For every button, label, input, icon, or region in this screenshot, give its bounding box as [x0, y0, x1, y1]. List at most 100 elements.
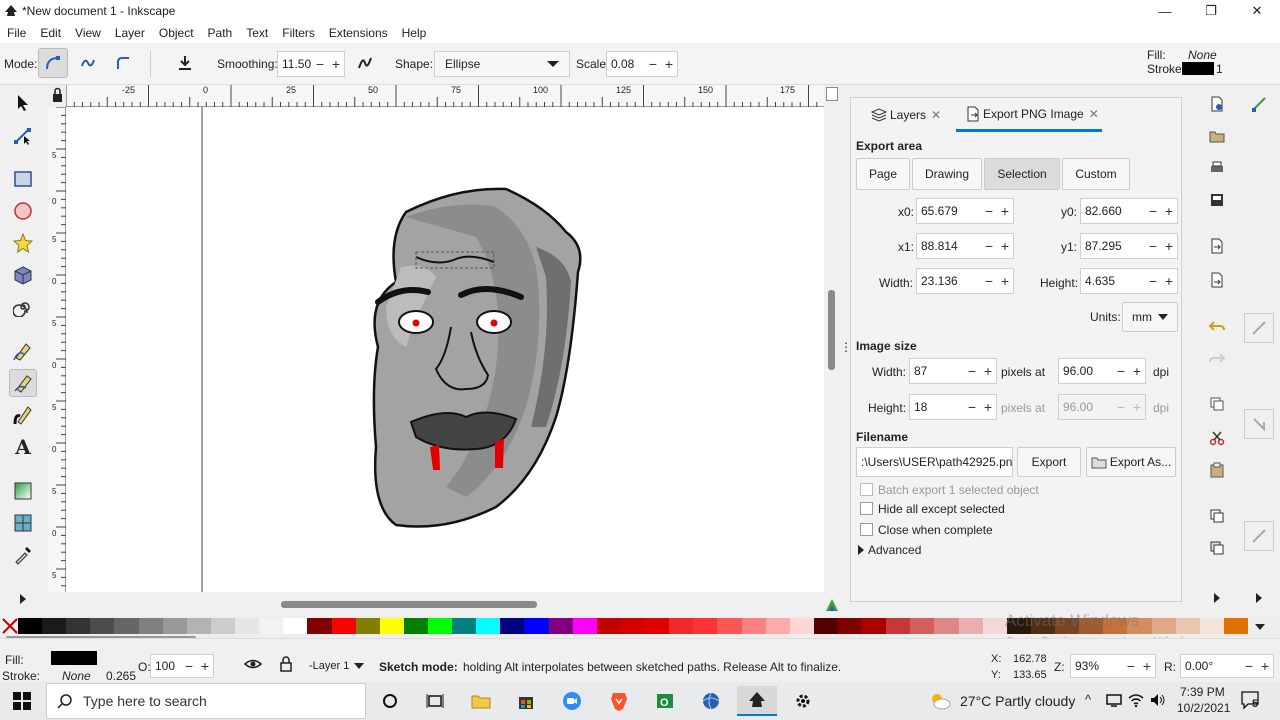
no-paint-icon[interactable]: [2, 618, 18, 637]
ellipse-tool[interactable]: [9, 197, 37, 225]
scale-spinbox[interactable]: 0.08 − +: [606, 51, 678, 77]
file-explorer-button[interactable]: [461, 686, 501, 716]
drawing[interactable]: [66, 107, 824, 592]
area-page-button[interactable]: Page: [856, 158, 910, 190]
store-button[interactable]: [506, 686, 546, 716]
color-swatch[interactable]: [210, 618, 236, 634]
decrement-button[interactable]: −: [1145, 273, 1161, 289]
outlook-button[interactable]: O: [645, 686, 685, 716]
dpi-spinbox[interactable]: 96.00 − +: [1058, 358, 1146, 384]
color-swatch[interactable]: [717, 618, 743, 634]
export-doc-icon[interactable]: [1206, 235, 1228, 257]
menu-help[interactable]: Help: [395, 26, 434, 40]
increment-button[interactable]: +: [1161, 238, 1177, 254]
color-swatch[interactable]: [186, 618, 212, 634]
x0-spinbox[interactable]: 65.679 − +: [916, 198, 1014, 224]
pen-tool[interactable]: [9, 337, 37, 365]
color-swatch[interactable]: [428, 618, 453, 634]
selector-tool[interactable]: [9, 89, 37, 117]
mode-bspline-button[interactable]: [108, 48, 138, 78]
cut-icon[interactable]: [1206, 427, 1228, 449]
color-swatch[interactable]: [283, 618, 308, 634]
decrement-button[interactable]: −: [1145, 238, 1161, 254]
snap-others-icon[interactable]: [1244, 521, 1274, 551]
export-as-button[interactable]: Export As...: [1086, 447, 1176, 477]
menu-edit[interactable]: Edit: [33, 26, 68, 40]
color-swatch[interactable]: [66, 618, 91, 634]
color-swatch[interactable]: [403, 618, 429, 634]
lock-icon[interactable]: [279, 656, 293, 675]
color-swatch[interactable]: [669, 618, 694, 634]
color-swatch[interactable]: [789, 618, 815, 634]
color-swatch[interactable]: [862, 618, 887, 634]
snap-bbox-icon[interactable]: [1244, 313, 1274, 343]
text-tool[interactable]: A: [9, 433, 37, 461]
shape-dropdown[interactable]: Ellipse: [434, 51, 570, 77]
decrement-button[interactable]: −: [181, 658, 197, 674]
y0-spinbox[interactable]: 82.660 − +: [1080, 198, 1178, 224]
color-swatch[interactable]: [500, 618, 525, 634]
close-when-complete-checkbox[interactable]: [860, 523, 873, 536]
color-swatch[interactable]: [741, 618, 767, 634]
mode-spiro-button[interactable]: [73, 48, 103, 78]
color-swatch[interactable]: [524, 618, 550, 634]
increment-button[interactable]: +: [661, 56, 677, 72]
color-swatch[interactable]: [886, 618, 911, 634]
menu-path[interactable]: Path: [201, 26, 240, 40]
menu-object[interactable]: Object: [152, 26, 201, 40]
menu-layer[interactable]: Layer: [108, 26, 152, 40]
color-swatch[interactable]: [18, 618, 43, 634]
stroke-swatch[interactable]: [1182, 62, 1214, 75]
decrement-button[interactable]: −: [964, 399, 980, 415]
rectangle-tool[interactable]: [9, 165, 37, 193]
area-height-spinbox[interactable]: 4.635 − +: [1080, 268, 1178, 294]
advanced-expander[interactable]: Advanced: [868, 543, 921, 557]
increment-button[interactable]: +: [997, 203, 1013, 219]
area-selection-button[interactable]: Selection: [984, 158, 1060, 190]
increment-button[interactable]: +: [980, 363, 996, 379]
increment-button[interactable]: +: [197, 658, 213, 674]
mode-bezier-button[interactable]: [38, 48, 68, 78]
increment-button[interactable]: +: [1139, 658, 1155, 674]
color-swatch[interactable]: [813, 618, 839, 634]
taskbar-search-box[interactable]: Type here to search: [46, 683, 366, 719]
paste-icon[interactable]: [1206, 459, 1228, 481]
palette-menu-icon[interactable]: [1255, 618, 1265, 630]
snap-toggle-icon[interactable]: [1248, 93, 1270, 115]
zoom-page-button[interactable]: [826, 87, 838, 101]
menu-text[interactable]: Text: [239, 26, 275, 40]
filename-input[interactable]: :\Users\USER\path42925.png: [856, 447, 1013, 477]
increment-button[interactable]: +: [1129, 363, 1145, 379]
decrement-button[interactable]: −: [1145, 203, 1161, 219]
color-swatch[interactable]: [235, 618, 260, 634]
color-swatch[interactable]: [42, 618, 67, 634]
color-swatch[interactable]: [645, 618, 670, 634]
drawing-canvas[interactable]: [66, 107, 824, 592]
wifi-icon[interactable]: [1128, 692, 1144, 711]
decrement-button[interactable]: −: [981, 273, 997, 289]
color-swatch[interactable]: [452, 618, 477, 634]
export-file-icon[interactable]: [1206, 269, 1228, 291]
print-icon[interactable]: [1206, 157, 1228, 179]
increment-button[interactable]: +: [1161, 273, 1177, 289]
snap-more-arrow[interactable]: [1248, 587, 1270, 609]
snap-nodes-icon[interactable]: [1244, 409, 1274, 439]
increment-button[interactable]: +: [980, 399, 996, 415]
area-width-spinbox[interactable]: 23.136 − +: [916, 268, 1014, 294]
settings-button[interactable]: [783, 686, 823, 716]
y1-spinbox[interactable]: 87.295 − +: [1080, 233, 1178, 259]
color-swatch[interactable]: [548, 618, 574, 634]
increment-button[interactable]: +: [1257, 658, 1273, 674]
color-swatch[interactable]: [958, 618, 984, 634]
weather-icon[interactable]: [929, 691, 951, 714]
area-custom-button[interactable]: Custom: [1062, 158, 1130, 190]
commands-more-arrow[interactable]: [1206, 587, 1228, 609]
spiral-tool[interactable]: [9, 293, 37, 321]
chevron-up-icon[interactable]: ^: [1085, 692, 1091, 707]
maximize-button[interactable]: ❐: [1188, 0, 1234, 22]
clone-icon[interactable]: [1206, 537, 1228, 559]
layer-dropdown[interactable]: -Layer 1: [309, 653, 371, 679]
color-swatch[interactable]: [1223, 618, 1249, 634]
start-button[interactable]: [2, 686, 42, 716]
pencil-tool[interactable]: [9, 369, 37, 397]
